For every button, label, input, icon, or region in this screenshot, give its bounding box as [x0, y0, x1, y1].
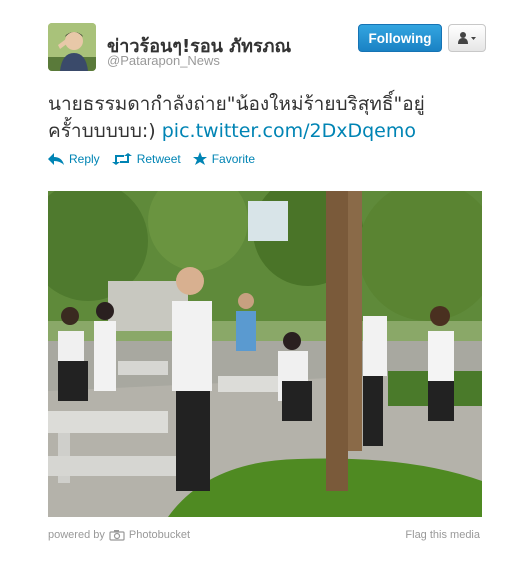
tweet-actions: Reply Retweet Favorite — [48, 152, 255, 166]
retweet-icon — [111, 153, 132, 165]
user-actions-button[interactable] — [448, 24, 486, 52]
following-button[interactable]: Following — [358, 24, 442, 52]
reply-action[interactable]: Reply — [48, 152, 100, 166]
reply-label: Reply — [69, 152, 100, 166]
tweet-text: นายธรรมดากำลังถ่าย"น้องใหม่ร้ายบริสุทธิ์… — [48, 91, 488, 145]
provider-name[interactable]: Photobucket — [129, 529, 190, 541]
camera-icon — [109, 530, 125, 541]
screen-name[interactable]: @Patarapon_News — [107, 53, 220, 68]
tweet-media-link[interactable]: pic.twitter.com/2DxDqemo — [162, 120, 416, 142]
retweet-action[interactable]: Retweet — [111, 152, 181, 166]
profile-photo-icon — [48, 23, 96, 71]
flag-media-link[interactable]: Flag this media — [405, 529, 480, 541]
media-photo[interactable] — [48, 191, 482, 517]
retweet-label: Retweet — [136, 152, 181, 166]
photo-image — [48, 191, 482, 517]
avatar[interactable] — [48, 23, 96, 71]
favorite-label: Favorite — [211, 152, 256, 166]
reply-icon — [48, 153, 64, 165]
person-dropdown-icon — [458, 32, 476, 44]
media-attribution: powered by Photobucket — [48, 529, 190, 541]
favorite-action[interactable]: Favorite — [192, 152, 256, 166]
powered-by-label: powered by — [48, 529, 105, 541]
star-icon — [192, 152, 207, 165]
